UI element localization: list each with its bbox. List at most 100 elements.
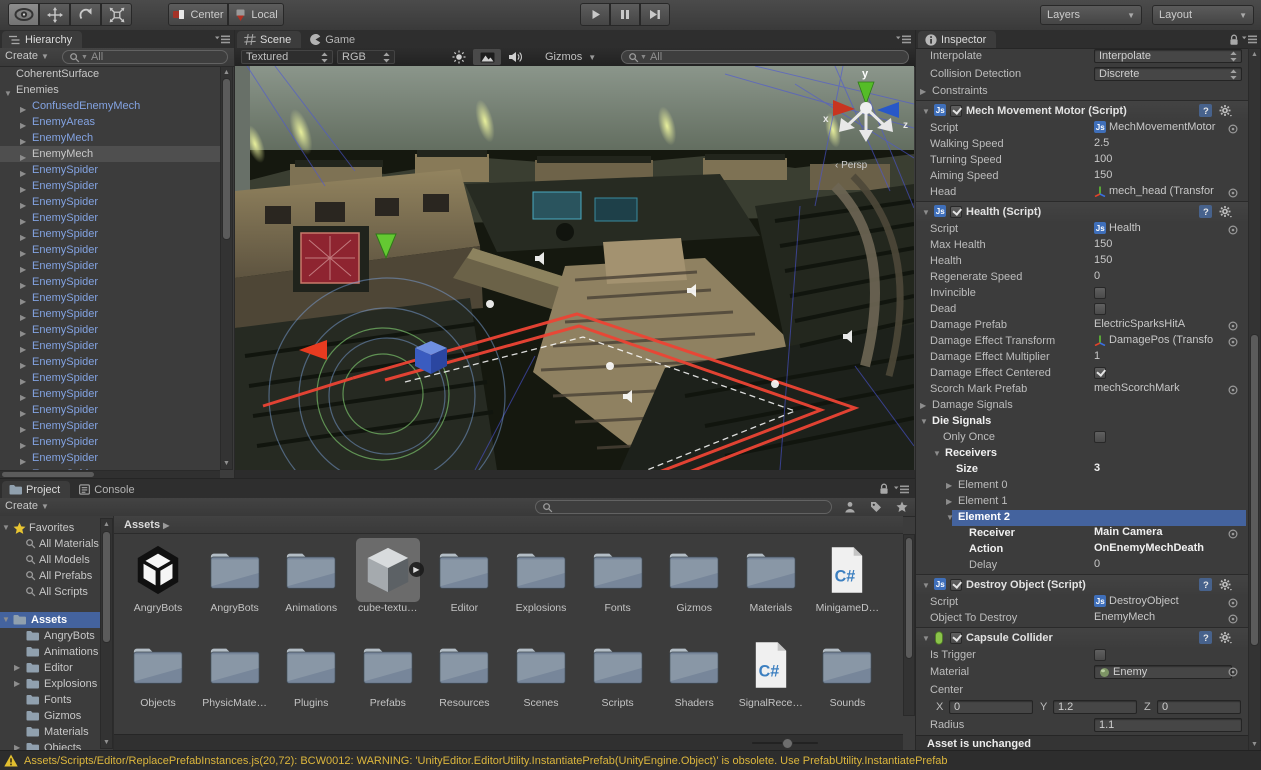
help-icon[interactable]: ? <box>1199 631 1212 644</box>
property-checkbox[interactable] <box>1094 303 1106 315</box>
gear-icon[interactable] <box>1219 104 1232 117</box>
inspector-row[interactable]: ScriptJsDestroyObject <box>916 595 1248 611</box>
hierarchy-item[interactable]: ▶ConfusedEnemyMech <box>0 98 220 114</box>
inspector-row[interactable]: Damage PrefabElectricSparksHitA <box>916 318 1248 334</box>
property-checkbox[interactable] <box>1094 649 1106 661</box>
inspector-row[interactable]: Is Trigger <box>916 648 1248 664</box>
inspector-row[interactable]: ▶Element 1 <box>916 494 1248 510</box>
hierarchy-item[interactable]: ▶EnemySpider <box>0 418 220 434</box>
tree-folder-item[interactable]: Animations <box>0 644 100 660</box>
object-picker-icon[interactable] <box>1228 337 1238 347</box>
inspector-row[interactable]: Turning Speed100 <box>916 153 1248 169</box>
asset-grid-item[interactable]: Fonts <box>580 538 656 628</box>
hierarchy-item[interactable]: ▶EnemySpider <box>0 306 220 322</box>
foldout-collapsed-icon[interactable]: ▶ <box>14 660 20 676</box>
play-button[interactable] <box>580 3 610 26</box>
foldout-collapsed-icon[interactable]: ▶ <box>20 438 26 450</box>
inspector-row[interactable]: Damage Effect Multiplier1 <box>916 350 1248 366</box>
thumbnail-size-slider[interactable] <box>782 738 793 749</box>
property-checkbox[interactable] <box>1094 431 1106 443</box>
foldout-collapsed-icon[interactable]: ▶ <box>14 740 20 750</box>
object-picker-icon[interactable] <box>1228 529 1238 539</box>
asset-grid-item[interactable]: Scenes <box>503 633 579 716</box>
tree-favorite-item[interactable]: All Prefabs <box>0 568 100 584</box>
lock-icon[interactable] <box>879 483 889 495</box>
pivot-mode-button[interactable]: Center <box>168 3 228 26</box>
asset-grid-item[interactable]: Explosions <box>503 538 579 628</box>
tree-folder-item[interactable]: Fonts <box>0 692 100 708</box>
panel-menu-icon[interactable] <box>896 35 911 44</box>
material-field[interactable]: Enemy <box>1094 665 1232 679</box>
panel-menu-icon[interactable] <box>894 485 909 494</box>
inspector-row[interactable]: ScriptJsMechMovementMotor <box>916 121 1248 137</box>
tree-folder-item[interactable]: Materials <box>0 724 100 740</box>
inspector-row[interactable]: Radius1.1 <box>916 717 1248 735</box>
foldout-collapsed-icon[interactable]: ▶ <box>14 676 20 692</box>
gizmos-dropdown[interactable]: Gizmos ▼ <box>541 50 611 64</box>
tab-scene[interactable]: Scene <box>237 31 301 48</box>
hierarchy-item[interactable]: CoherentSurface <box>0 66 220 82</box>
asset-grid-item[interactable]: C#MinigameD… <box>809 538 885 628</box>
layers-dropdown[interactable]: Layers▼ <box>1040 5 1142 25</box>
inspector-row[interactable]: ▼Receivers <box>916 446 1248 462</box>
inspector-row[interactable]: ▼Element 2 <box>916 510 1248 526</box>
foldout-collapsed-icon[interactable]: ▶ <box>920 401 926 410</box>
hierarchy-item[interactable]: ▶EnemySpider <box>0 210 220 226</box>
hierarchy-item[interactable]: ▶EnemySpider <box>0 370 220 386</box>
foldout-collapsed-icon[interactable]: ▶ <box>20 406 26 418</box>
project-breadcrumb[interactable]: Assets ▶ <box>114 516 903 534</box>
tree-folder-item[interactable]: ▶Explosions <box>0 676 100 692</box>
hierarchy-search-input[interactable]: ▼ All <box>62 50 228 64</box>
foldout-collapsed-icon[interactable]: ▶ <box>946 481 952 490</box>
view-tool-button[interactable] <box>8 3 39 26</box>
foldout-collapsed-icon[interactable]: ▶ <box>20 358 26 370</box>
inspector-row[interactable]: Size3 <box>916 462 1248 478</box>
hierarchy-item[interactable]: ▶EnemyMech <box>0 130 220 146</box>
scene-skybox-toggle[interactable] <box>473 49 501 65</box>
foldout-collapsed-icon[interactable]: ▶ <box>20 102 26 114</box>
inspector-row[interactable]: Aiming Speed150 <box>916 169 1248 185</box>
panel-menu-icon[interactable] <box>215 35 230 44</box>
hierarchy-item[interactable]: ▶EnemyMech <box>0 146 220 162</box>
step-button[interactable] <box>640 3 670 26</box>
tab-inspector[interactable]: Inspector <box>918 31 996 48</box>
inspector-row[interactable]: Center <box>916 683 1248 699</box>
foldout-collapsed-icon[interactable]: ▶ <box>920 87 926 96</box>
axis-value-field[interactable]: 1.2 <box>1053 700 1137 714</box>
gear-icon[interactable] <box>1219 631 1232 644</box>
hierarchy-item[interactable]: ▶EnemySpider <box>0 402 220 418</box>
scene-lighting-toggle[interactable] <box>445 49 473 65</box>
foldout-collapsed-icon[interactable]: ▶ <box>20 454 26 466</box>
object-picker-icon[interactable] <box>1228 225 1238 235</box>
asset-grid-item[interactable]: Editor <box>426 538 502 628</box>
inspector-row[interactable]: Object To DestroyEnemyMech <box>916 611 1248 627</box>
inspector-row[interactable]: ▼Die Signals <box>916 414 1248 430</box>
inspector-row[interactable]: Scorch Mark PrefabmechScorchMark <box>916 382 1248 398</box>
hierarchy-item[interactable]: ▶EnemySpider <box>0 322 220 338</box>
tree-folder-item[interactable]: ▶Editor <box>0 660 100 676</box>
asset-grid-item[interactable]: Shaders <box>656 633 732 716</box>
foldout-collapsed-icon[interactable]: ▶ <box>20 198 26 210</box>
scale-tool-button[interactable] <box>101 3 132 26</box>
space-mode-button[interactable]: Local <box>228 3 284 26</box>
foldout-collapsed-icon[interactable]: ▶ <box>20 294 26 306</box>
status-bar[interactable]: Assets/Scripts/Editor/ReplacePrefabInsta… <box>0 750 1261 770</box>
help-icon[interactable]: ? <box>1199 205 1212 218</box>
asset-grid-item[interactable]: AngryBots <box>120 538 196 628</box>
foldout-expanded-icon[interactable]: ▼ <box>946 513 954 522</box>
hierarchy-item[interactable]: ▶EnemySpider <box>0 450 220 466</box>
draw-mode-dropdown[interactable]: Textured <box>241 50 333 64</box>
component-header[interactable]: ▼JsHealth (Script)? <box>916 201 1248 223</box>
layout-dropdown[interactable]: Layout▼ <box>1152 5 1254 25</box>
asset-grid-item[interactable]: ▶cube-textu… <box>350 538 426 628</box>
tree-folder-item[interactable]: AngryBots <box>0 628 100 644</box>
foldout-expanded-icon[interactable]: ▼ <box>933 449 941 458</box>
hierarchy-create-button[interactable]: Create▼ <box>5 50 49 62</box>
gear-icon[interactable] <box>1219 205 1232 218</box>
hierarchy-item[interactable]: ▶EnemySpider <box>0 226 220 242</box>
hierarchy-item[interactable]: ▶EnemySpider <box>0 274 220 290</box>
hierarchy-item[interactable]: ▼Enemies <box>0 82 220 98</box>
lock-icon[interactable] <box>1229 34 1239 46</box>
foldout-expanded-icon[interactable]: ▼ <box>920 417 928 426</box>
property-checkbox[interactable] <box>1094 287 1106 299</box>
